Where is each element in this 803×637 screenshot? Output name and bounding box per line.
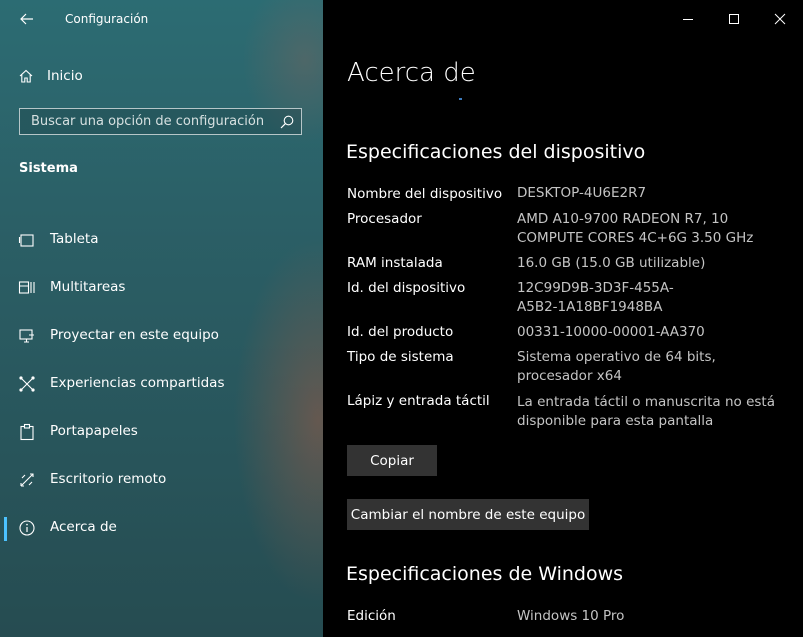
spec-label: Edición [347, 608, 396, 624]
sidebar-item-tablet[interactable]: Tableta [0, 227, 323, 253]
tablet-icon [18, 234, 34, 247]
sidebar-item-remote-desktop[interactable]: Escritorio remoto [0, 467, 323, 493]
nav-home-label: Inicio [47, 68, 83, 84]
search-input[interactable] [20, 109, 281, 134]
decorative-dot [459, 98, 462, 100]
spec-value-device-id: 12C99D9B-3D3F-455A-A5B2-1A18BF1948BA [517, 280, 674, 315]
spec-value-pen-touch: La entrada táctil o manuscrita no está d… [517, 394, 775, 429]
sidebar-item-label: Multitareas [50, 279, 126, 295]
nav-home[interactable]: Inicio [18, 65, 83, 87]
info-icon [19, 520, 35, 536]
sidebar-item-label: Portapapeles [50, 423, 138, 439]
back-button[interactable] [14, 8, 40, 30]
spec-label: Tipo de sistema [347, 349, 454, 365]
device-specs-heading: Especificaciones del dispositivo [346, 141, 646, 163]
remote-desktop-icon [20, 473, 34, 487]
sidebar-item-clipboard[interactable]: Portapapeles [0, 419, 323, 445]
spec-label: RAM instalada [347, 255, 443, 271]
sidebar-item-label: Escritorio remoto [50, 471, 167, 487]
search-icon[interactable] [279, 114, 295, 130]
section-title: Sistema [19, 161, 78, 176]
app-title: Configuración [65, 12, 149, 26]
close-button[interactable] [757, 6, 803, 32]
sidebar-item-shared-experiences[interactable]: Experiencias compartidas [0, 371, 323, 397]
sidebar-item-label: Tableta [50, 231, 99, 247]
spec-label: Lápiz y entrada táctil [347, 393, 490, 409]
main-panel: Acerca de Especificaciones del dispositi… [323, 0, 803, 637]
spec-value-product-id: 00331-10000-00001-AA370 [517, 324, 705, 340]
selected-indicator [4, 517, 7, 541]
spec-label: Id. del producto [347, 324, 454, 340]
minimize-icon [683, 19, 693, 20]
maximize-icon [729, 14, 739, 24]
back-arrow-icon [20, 13, 33, 25]
spec-value-system-type: Sistema operativo de 64 bits, procesador… [517, 349, 716, 384]
spec-value-device-name: DESKTOP-4U6E2R7 [517, 185, 647, 201]
page-title: Acerca de [347, 58, 476, 88]
spec-label: Id. del dispositivo [347, 280, 466, 296]
windows-specs-heading: Especificaciones de Windows [346, 563, 624, 585]
sidebar-item-multitasking[interactable]: Multitareas [0, 275, 323, 301]
copy-button[interactable]: Copiar [347, 445, 437, 476]
rename-pc-button[interactable]: Cambiar el nombre de este equipo [347, 499, 589, 530]
multitasking-icon [18, 281, 35, 294]
clipboard-icon [20, 423, 34, 441]
spec-value-edition: Windows 10 Pro [517, 608, 625, 624]
sidebar-item-about[interactable]: Acerca de [0, 515, 323, 541]
minimize-button[interactable] [665, 6, 711, 32]
close-icon [774, 13, 786, 25]
maximize-button[interactable] [711, 6, 757, 32]
project-icon [19, 329, 34, 343]
spec-value-ram: 16.0 GB (15.0 GB utilizable) [517, 255, 706, 271]
sidebar-item-label: Proyectar en este equipo [50, 327, 219, 343]
sidebar-item-label: Experiencias compartidas [50, 375, 225, 391]
sidebar-item-project[interactable]: Proyectar en este equipo [0, 323, 323, 349]
search-box [19, 108, 302, 135]
shared-experiences-icon [19, 376, 35, 392]
spec-label: Nombre del dispositivo [347, 186, 503, 202]
home-icon [19, 69, 33, 83]
spec-value-processor: AMD A10-9700 RADEON R7, 10 COMPUTE CORES… [517, 211, 754, 246]
sidebar: Configuración Inicio Sistema Tableta Mul… [0, 0, 323, 637]
spec-label: Procesador [347, 211, 422, 227]
sidebar-item-label: Acerca de [50, 519, 117, 535]
